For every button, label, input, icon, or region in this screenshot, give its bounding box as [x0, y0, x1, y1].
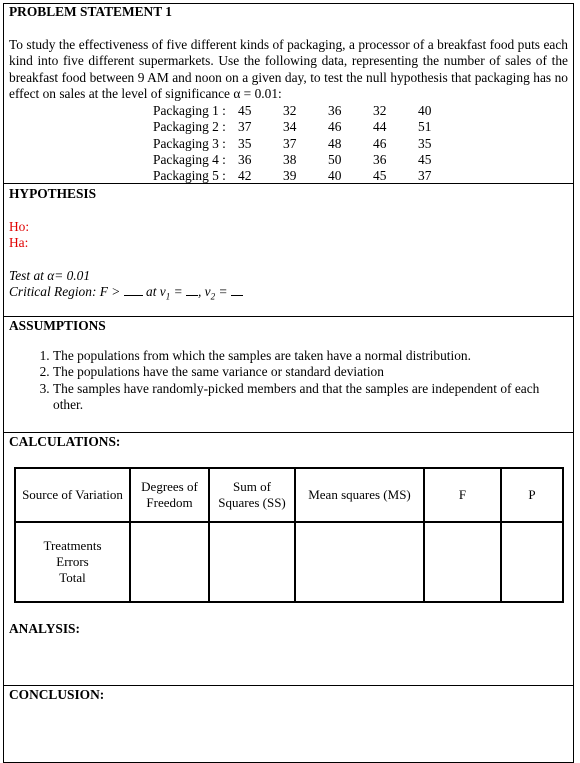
- packaging-value: 35: [418, 135, 432, 151]
- critical-prefix: Critical Region: F >: [9, 284, 121, 299]
- v1-equals: =: [170, 284, 186, 299]
- ms-cell[interactable]: [294, 521, 425, 603]
- source-cell: Treatments Errors Total: [14, 521, 131, 603]
- alternative-hypothesis-label: Ha:: [9, 235, 29, 250]
- packaging-value: 32: [283, 103, 297, 118]
- header-ms: Mean squares (MS): [294, 467, 425, 523]
- packaging-value: 36: [373, 151, 387, 167]
- packaging-row: Packaging 4 : 36 38 50 36 45: [153, 152, 438, 168]
- packaging-row: Packaging 3 : 35 37 48 46 35: [153, 136, 438, 152]
- packaging-value: 46: [373, 135, 387, 151]
- packaging-value: 48: [328, 135, 342, 151]
- v2-equals: =: [215, 284, 231, 299]
- calculations-heading: CALCULATIONS:: [9, 434, 121, 449]
- analysis-heading: ANALYSIS:: [9, 621, 80, 636]
- header-f: F: [423, 467, 502, 523]
- hypothesis-divider: [3, 183, 574, 184]
- packaging-value: 46: [328, 119, 342, 135]
- packaging-value: 35: [238, 135, 252, 151]
- null-hypothesis-label: Ho:: [9, 219, 30, 234]
- packaging-value: 36: [328, 103, 342, 118]
- v2-blank[interactable]: [230, 295, 243, 296]
- packaging-value: 34: [283, 119, 297, 135]
- header-source: Source of Variation: [14, 467, 131, 523]
- row-treatments: Treatments: [43, 538, 102, 553]
- conclusion-divider: [3, 685, 574, 686]
- row-total: Total: [59, 570, 86, 585]
- v2-label: , v: [197, 284, 211, 299]
- packaging-value: 45: [238, 103, 252, 118]
- packaging-value: 36: [238, 151, 252, 167]
- df-cell[interactable]: [129, 521, 210, 603]
- row-errors: Errors: [56, 554, 89, 569]
- assumptions-list: The populations from which the samples a…: [22, 348, 553, 413]
- anova-body-row: Treatments Errors Total: [14, 521, 564, 603]
- assumption-item: The populations from which the samples a…: [53, 348, 553, 364]
- packaging-value: 38: [283, 151, 297, 167]
- assumption-item: The samples have randomly-picked members…: [53, 381, 553, 414]
- ss-cell[interactable]: [208, 521, 296, 603]
- packaging-value: 32: [373, 103, 387, 118]
- packaging-row: Packaging 2 : 37 34 46 44 51: [153, 119, 438, 135]
- packaging-value: 51: [418, 119, 432, 135]
- critical-region: Critical Region: F > at v1 = , v2 =: [9, 284, 243, 305]
- packaging-label: Packaging 3 :: [153, 135, 226, 151]
- assumptions-divider: [3, 316, 574, 317]
- f-critical-blank[interactable]: [123, 295, 143, 296]
- packaging-value: 37: [283, 135, 297, 151]
- problem-text: To study the effectiveness of five diffe…: [9, 37, 568, 101]
- packaging-value: 37: [238, 119, 252, 135]
- packaging-value: 45: [418, 151, 432, 167]
- hypothesis-heading: HYPOTHESIS: [9, 186, 97, 201]
- packaging-row: Packaging 1 : 45 32 36 32 40: [153, 103, 438, 119]
- header-ss: Sum of Squares (SS): [208, 467, 296, 523]
- v1-blank[interactable]: [185, 295, 198, 296]
- header-df: Degrees of Freedom: [129, 467, 210, 523]
- anova-table: Source of Variation Degrees of Freedom S…: [14, 467, 564, 603]
- packaging-label: Packaging 4 :: [153, 151, 226, 167]
- assumption-item: The populations have the same variance o…: [53, 364, 553, 380]
- test-significance: Test at α= 0.01: [9, 268, 91, 283]
- packaging-label: Packaging 2 :: [153, 119, 226, 135]
- header-p: P: [500, 467, 564, 523]
- problem-heading: PROBLEM STATEMENT 1: [9, 4, 172, 19]
- packaging-value: 50: [328, 151, 342, 167]
- packaging-value: 40: [418, 103, 432, 118]
- packaging-value: 44: [373, 119, 387, 135]
- packaging-label: Packaging 1 :: [153, 103, 226, 118]
- assumptions-heading: ASSUMPTIONS: [9, 318, 106, 333]
- critical-at: at v: [146, 284, 166, 299]
- conclusion-heading: CONCLUSION:: [9, 687, 105, 702]
- calculations-divider: [3, 432, 574, 433]
- anova-header-row: Source of Variation Degrees of Freedom S…: [14, 467, 564, 523]
- f-cell[interactable]: [423, 521, 502, 603]
- p-cell[interactable]: [500, 521, 564, 603]
